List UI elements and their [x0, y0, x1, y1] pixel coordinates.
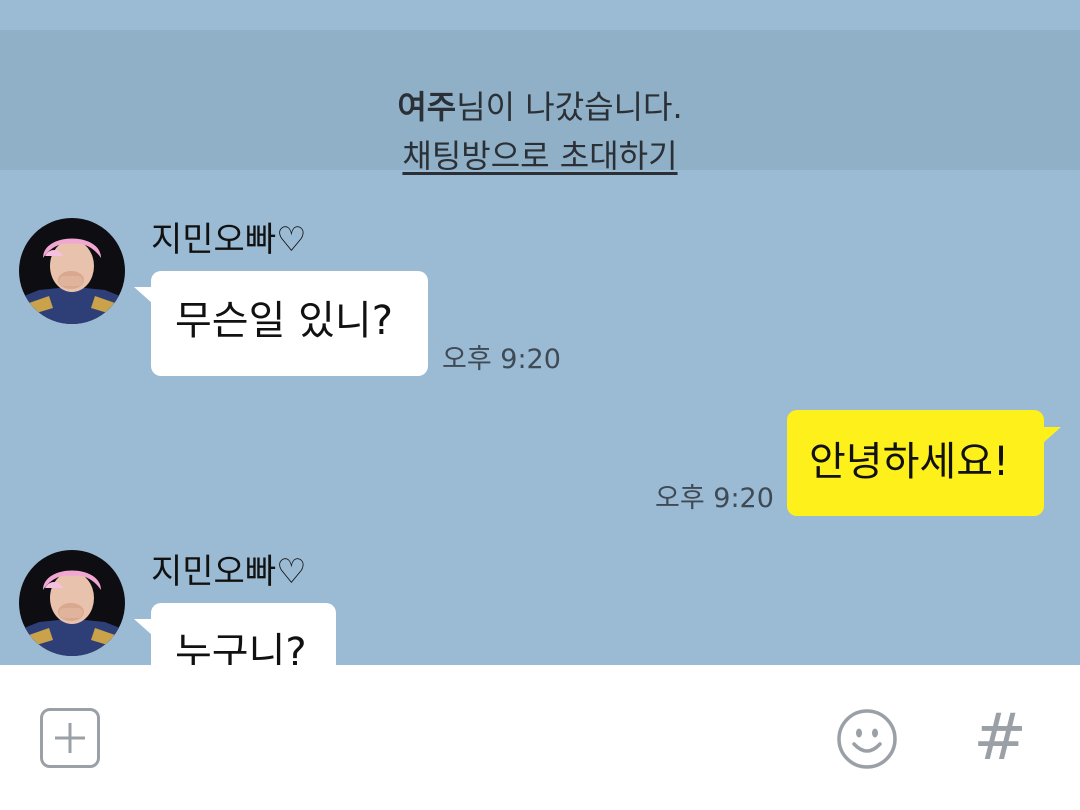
plus-square-icon[interactable] — [40, 708, 100, 768]
message-text: 무슨일 있니? — [175, 298, 393, 344]
chat-screen: 여주님이 나갔습니다. 채팅방으로 초대하기 지민오빠♡ 무슨일 있니? 오후 … — [0, 0, 1080, 810]
hashtag-search-button[interactable]: # — [970, 703, 1030, 773]
message-bubble-incoming[interactable]: 무슨일 있니? — [151, 271, 428, 376]
message-time: 오후 9:20 — [442, 344, 561, 375]
avatar-photo — [19, 218, 125, 324]
leave-notice-text: 여주님이 나갔습니다. — [0, 87, 1080, 127]
sender-name: 지민오빠♡ — [151, 552, 307, 592]
invite-to-chat-link[interactable]: 채팅방으로 초대하기 — [402, 137, 677, 175]
message-bubble-outgoing[interactable]: 안녕하세요! — [787, 410, 1044, 516]
input-bar: # — [0, 665, 1080, 810]
smiley-icon[interactable] — [836, 708, 898, 770]
bubble-tail — [134, 619, 152, 635]
bubble-tail — [1043, 427, 1061, 443]
bubble-tail — [134, 287, 152, 303]
left-message: 님이 나갔습니다. — [456, 88, 683, 126]
leave-notice: 여주님이 나갔습니다. 채팅방으로 초대하기 — [0, 30, 1080, 175]
message-time: 오후 9:20 — [655, 483, 774, 514]
sender-avatar[interactable] — [19, 218, 125, 324]
left-user-name: 여주 — [397, 88, 457, 126]
sender-avatar[interactable] — [19, 550, 125, 656]
avatar-photo — [19, 550, 125, 656]
sender-name: 지민오빠♡ — [151, 220, 307, 260]
message-text: 안녕하세요! — [809, 439, 1010, 485]
